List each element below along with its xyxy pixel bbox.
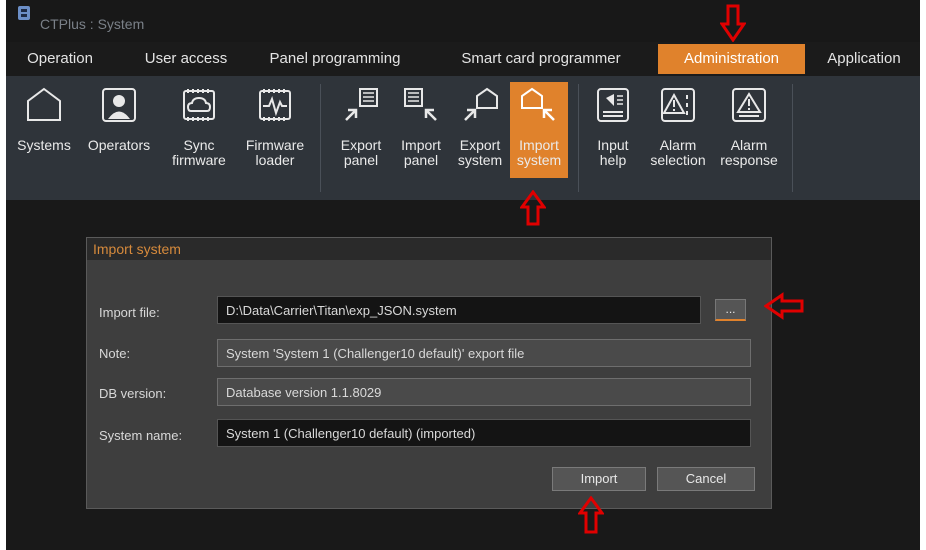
import-panel-button[interactable]: Import panel xyxy=(392,82,450,178)
input-help-button[interactable]: Input help xyxy=(586,82,640,178)
export-system-icon xyxy=(464,87,498,121)
input-help-label: Input help xyxy=(597,137,629,168)
system-name-field[interactable]: System 1 (Challenger10 default) (importe… xyxy=(217,419,751,447)
ribbon-toolbar: Systems Operators Sync firmware Firmware… xyxy=(6,76,920,200)
db-version-field: Database version 1.1.8029 xyxy=(217,378,751,406)
input-help-icon xyxy=(597,88,629,122)
import-button[interactable]: Import xyxy=(552,467,646,491)
export-panel-button[interactable]: Export panel xyxy=(332,82,390,178)
annotation-arrow-left-icon xyxy=(764,292,804,320)
export-system-label: Export system xyxy=(457,137,503,168)
cancel-button[interactable]: Cancel xyxy=(657,467,755,491)
db-version-label: DB version: xyxy=(99,386,167,401)
sync-firmware-label: Sync firmware xyxy=(172,137,226,168)
systems-label: Systems xyxy=(17,137,71,153)
tab-smart-card-programmer[interactable]: Smart card programmer xyxy=(446,44,636,74)
pentagon-house-icon xyxy=(27,87,61,121)
window-title: CTPlus : System xyxy=(40,16,145,32)
export-panel-label: Export panel xyxy=(340,137,382,168)
import-panel-icon xyxy=(404,88,437,121)
import-system-button[interactable]: Import system xyxy=(510,82,568,178)
title-bar: CTPlus : System xyxy=(6,0,920,42)
annotation-arrow-up-icon xyxy=(520,190,546,226)
alarm-response-button[interactable]: Alarm response xyxy=(714,82,784,178)
cloud-chip-icon xyxy=(183,89,215,121)
sync-firmware-button[interactable]: Sync firmware xyxy=(164,82,234,178)
tab-user-access[interactable]: User access xyxy=(136,44,236,74)
browse-button[interactable]: ... xyxy=(715,299,746,321)
tab-panel-programming[interactable]: Panel programming xyxy=(260,44,410,74)
dialog-title: Import system xyxy=(87,238,771,260)
ribbon-separator xyxy=(578,84,579,192)
alarm-response-label: Alarm response xyxy=(720,137,778,168)
ribbon-separator xyxy=(792,84,793,192)
import-file-field[interactable]: D:\Data\Carrier\Titan\exp_JSON.system xyxy=(217,296,701,324)
firmware-loader-button[interactable]: Firmware loader xyxy=(240,82,310,178)
tab-application[interactable]: Application xyxy=(814,44,914,74)
alarm-selection-button[interactable]: Alarm selection xyxy=(642,82,714,178)
import-file-label: Import file: xyxy=(99,305,160,320)
chip-pulse-icon xyxy=(259,89,291,121)
user-card-icon xyxy=(102,88,136,122)
tab-administration[interactable]: Administration xyxy=(658,44,805,74)
app-logo-icon xyxy=(18,6,30,20)
app-window: CTPlus : System Operation User access Pa… xyxy=(6,0,920,550)
system-name-label: System name: xyxy=(99,428,183,443)
export-system-button[interactable]: Export system xyxy=(452,82,508,178)
alarm-response-icon xyxy=(732,88,766,122)
import-system-dialog: Import system Import file: D:\Data\Carri… xyxy=(86,237,772,509)
ribbon-separator xyxy=(320,84,321,192)
operators-label: Operators xyxy=(87,137,151,153)
menu-bar: Operation User access Panel programming … xyxy=(6,42,920,76)
export-panel-icon xyxy=(345,88,378,121)
operators-button[interactable]: Operators xyxy=(80,82,158,178)
alarm-selection-label: Alarm selection xyxy=(650,137,706,168)
annotation-arrow-down-icon xyxy=(720,4,746,42)
note-label: Note: xyxy=(99,346,131,361)
alarm-selection-icon xyxy=(661,88,695,122)
systems-button[interactable]: Systems xyxy=(12,82,76,178)
import-panel-label: Import panel xyxy=(401,137,441,168)
import-system-icon xyxy=(521,87,555,121)
note-field: System 'System 1 (Challenger10 default)'… xyxy=(217,339,751,367)
firmware-loader-label: Firmware loader xyxy=(245,137,305,168)
annotation-arrow-up-icon xyxy=(578,496,604,534)
tab-operation[interactable]: Operation xyxy=(14,44,106,74)
import-system-label: Import system xyxy=(516,137,562,168)
